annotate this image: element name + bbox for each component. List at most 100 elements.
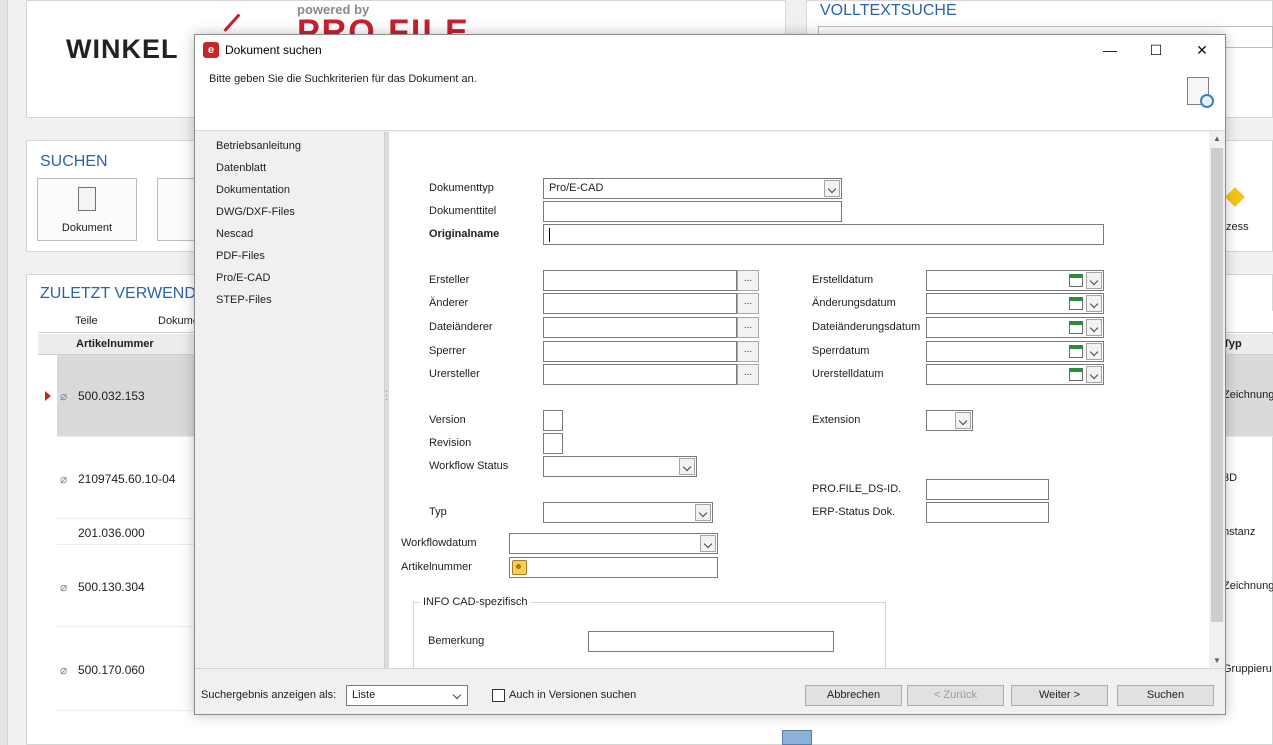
chevron-down-icon[interactable]	[695, 504, 711, 521]
sperrdatum-picker[interactable]	[926, 341, 1104, 362]
aenderer-browse-button[interactable]: ...	[737, 293, 759, 314]
sperrer-browse-button[interactable]: ...	[737, 341, 759, 362]
chevron-down-icon[interactable]	[1086, 295, 1102, 312]
second-search-tile[interactable]	[157, 178, 197, 241]
revision-input[interactable]	[543, 433, 563, 454]
dokument-search-tile[interactable]: Dokument	[37, 178, 137, 241]
dateiaenderungsdatum-picker[interactable]	[926, 317, 1104, 338]
prozess-tile-label[interactable]: zess	[1226, 221, 1249, 233]
dateiaenderer-browse-button[interactable]: ...	[737, 317, 759, 338]
bottom-thumbnail-icon	[782, 730, 812, 745]
dateiaenderer-label: Dateiänderer	[429, 321, 493, 333]
artikelnummer-input[interactable]	[509, 557, 718, 578]
suchen-button[interactable]: Suchen	[1117, 685, 1214, 706]
tab-dokumente[interactable]: Dokume	[158, 315, 199, 327]
profile-app-icon: e	[203, 42, 219, 58]
ersteller-browse-button[interactable]: ...	[737, 270, 759, 291]
chevron-down-icon[interactable]	[679, 458, 695, 475]
urersteller-input[interactable]	[543, 364, 737, 385]
scroll-down-icon[interactable]: ▼	[1209, 654, 1225, 668]
versions-checkbox-label[interactable]: Auch in Versionen suchen	[509, 689, 636, 701]
list-item[interactable]: Betriebsanleitung	[216, 140, 301, 152]
dialog-subtitle: Bitte geben Sie die Suchkriterien für da…	[209, 73, 477, 85]
chevron-down-icon[interactable]	[700, 535, 716, 552]
chevron-down-icon[interactable]	[450, 687, 466, 704]
chevron-down-icon[interactable]	[1086, 366, 1102, 383]
dokumenttitel-label: Dokumenttitel	[429, 205, 497, 217]
calendar-icon[interactable]	[1069, 297, 1083, 310]
document-search-icon	[1187, 77, 1214, 108]
calendar-icon[interactable]	[1069, 321, 1083, 334]
extension-label: Extension	[812, 414, 861, 426]
typ-label: Typ	[429, 506, 447, 518]
urersteller-browse-button[interactable]: ...	[737, 364, 759, 385]
versions-checkbox[interactable]	[492, 689, 505, 702]
pro-file-ds-id-input[interactable]	[926, 479, 1049, 500]
typ-select[interactable]	[543, 502, 713, 523]
dokumenttyp-label: Dokumenttyp	[429, 182, 494, 194]
row-typ: Zeichnung	[1223, 580, 1273, 592]
abbrechen-button[interactable]: Abbrechen	[805, 685, 902, 706]
text-caret	[549, 228, 550, 242]
scroll-up-icon[interactable]: ▲	[1209, 132, 1225, 146]
calendar-icon[interactable]	[1069, 345, 1083, 358]
dokumenttyp-value: Pro/E-CAD	[549, 182, 604, 194]
chevron-down-icon[interactable]	[1086, 319, 1102, 336]
column-artikelnummer[interactable]: Artikelnummer	[76, 338, 154, 350]
list-item[interactable]: PDF-Files	[216, 250, 265, 262]
result-view-select[interactable]: Liste	[346, 685, 468, 706]
originalname-input[interactable]	[543, 224, 1104, 245]
weiter-button[interactable]: Weiter >	[1011, 685, 1108, 706]
dialog-header: Bitte geben Sie die Suchkriterien für da…	[195, 65, 1225, 131]
dateiaenderer-input[interactable]	[543, 317, 737, 338]
sperrdatum-label: Sperrdatum	[812, 345, 870, 357]
originalname-label: Originalname	[429, 228, 500, 240]
minimize-button[interactable]: —	[1087, 35, 1133, 65]
erp-status-input[interactable]	[926, 502, 1049, 523]
sperrer-label: Sperrer	[429, 345, 466, 357]
chevron-down-icon[interactable]	[1086, 343, 1102, 360]
sperrer-input[interactable]	[543, 341, 737, 362]
scrollbar-thumb[interactable]	[1211, 148, 1223, 622]
dokument-tile-label: Dokument	[61, 222, 113, 234]
chevron-down-icon[interactable]	[955, 412, 971, 429]
maximize-button[interactable]: ☐	[1133, 35, 1179, 65]
urersteller-label: Urersteller	[429, 368, 480, 380]
aenderungsdatum-picker[interactable]	[926, 293, 1104, 314]
ersteller-input[interactable]	[543, 270, 737, 291]
calendar-icon[interactable]	[1069, 368, 1083, 381]
attachment-icon: ⌀	[60, 389, 68, 403]
tab-teile[interactable]: Teile	[75, 315, 98, 327]
calendar-icon[interactable]	[1069, 274, 1083, 287]
list-item[interactable]: STEP-Files	[216, 294, 272, 306]
list-item[interactable]: Nescad	[216, 228, 253, 240]
info-cad-group-title: INFO CAD-spezifisch	[420, 596, 531, 608]
erstelldatum-picker[interactable]	[926, 270, 1104, 291]
dialog-titlebar[interactable]: e Dokument suchen — ☐ ✕	[195, 35, 1225, 65]
list-item[interactable]: Pro/E-CAD	[216, 272, 270, 284]
dokumenttyp-select[interactable]: Pro/E-CAD	[543, 178, 842, 199]
urerstelldatum-picker[interactable]	[926, 364, 1104, 385]
dialog-footer: Suchergebnis anzeigen als: Liste Auch in…	[195, 668, 1225, 714]
version-input[interactable]	[543, 410, 563, 431]
row-artikel: 500.032.153	[78, 389, 145, 403]
form-scrollbar[interactable]: ▲ ▼	[1209, 132, 1225, 668]
close-button[interactable]: ✕	[1179, 35, 1225, 65]
dokumenttitel-input[interactable]	[543, 201, 842, 222]
search-form: Dokumenttyp Pro/E-CAD Dokumenttitel Orig…	[389, 132, 1209, 668]
workflow-status-label: Workflow Status	[429, 460, 509, 472]
row-artikel: 201.036.000	[78, 526, 145, 540]
article-picker-icon[interactable]	[512, 560, 527, 575]
zurueck-button[interactable]: < Zurück	[907, 685, 1004, 706]
aenderer-input[interactable]	[543, 293, 737, 314]
list-item[interactable]: DWG/DXF-Files	[216, 206, 295, 218]
list-item[interactable]: Datenblatt	[216, 162, 266, 174]
list-item[interactable]: Dokumentation	[216, 184, 290, 196]
chevron-down-icon[interactable]	[824, 180, 840, 197]
extension-select[interactable]	[926, 410, 973, 431]
winkel-logo: WINKEL	[66, 34, 179, 64]
workflow-status-select[interactable]	[543, 456, 697, 477]
chevron-down-icon[interactable]	[1086, 272, 1102, 289]
workflowdatum-select[interactable]	[509, 533, 718, 554]
bemerkung-input[interactable]	[588, 631, 834, 652]
